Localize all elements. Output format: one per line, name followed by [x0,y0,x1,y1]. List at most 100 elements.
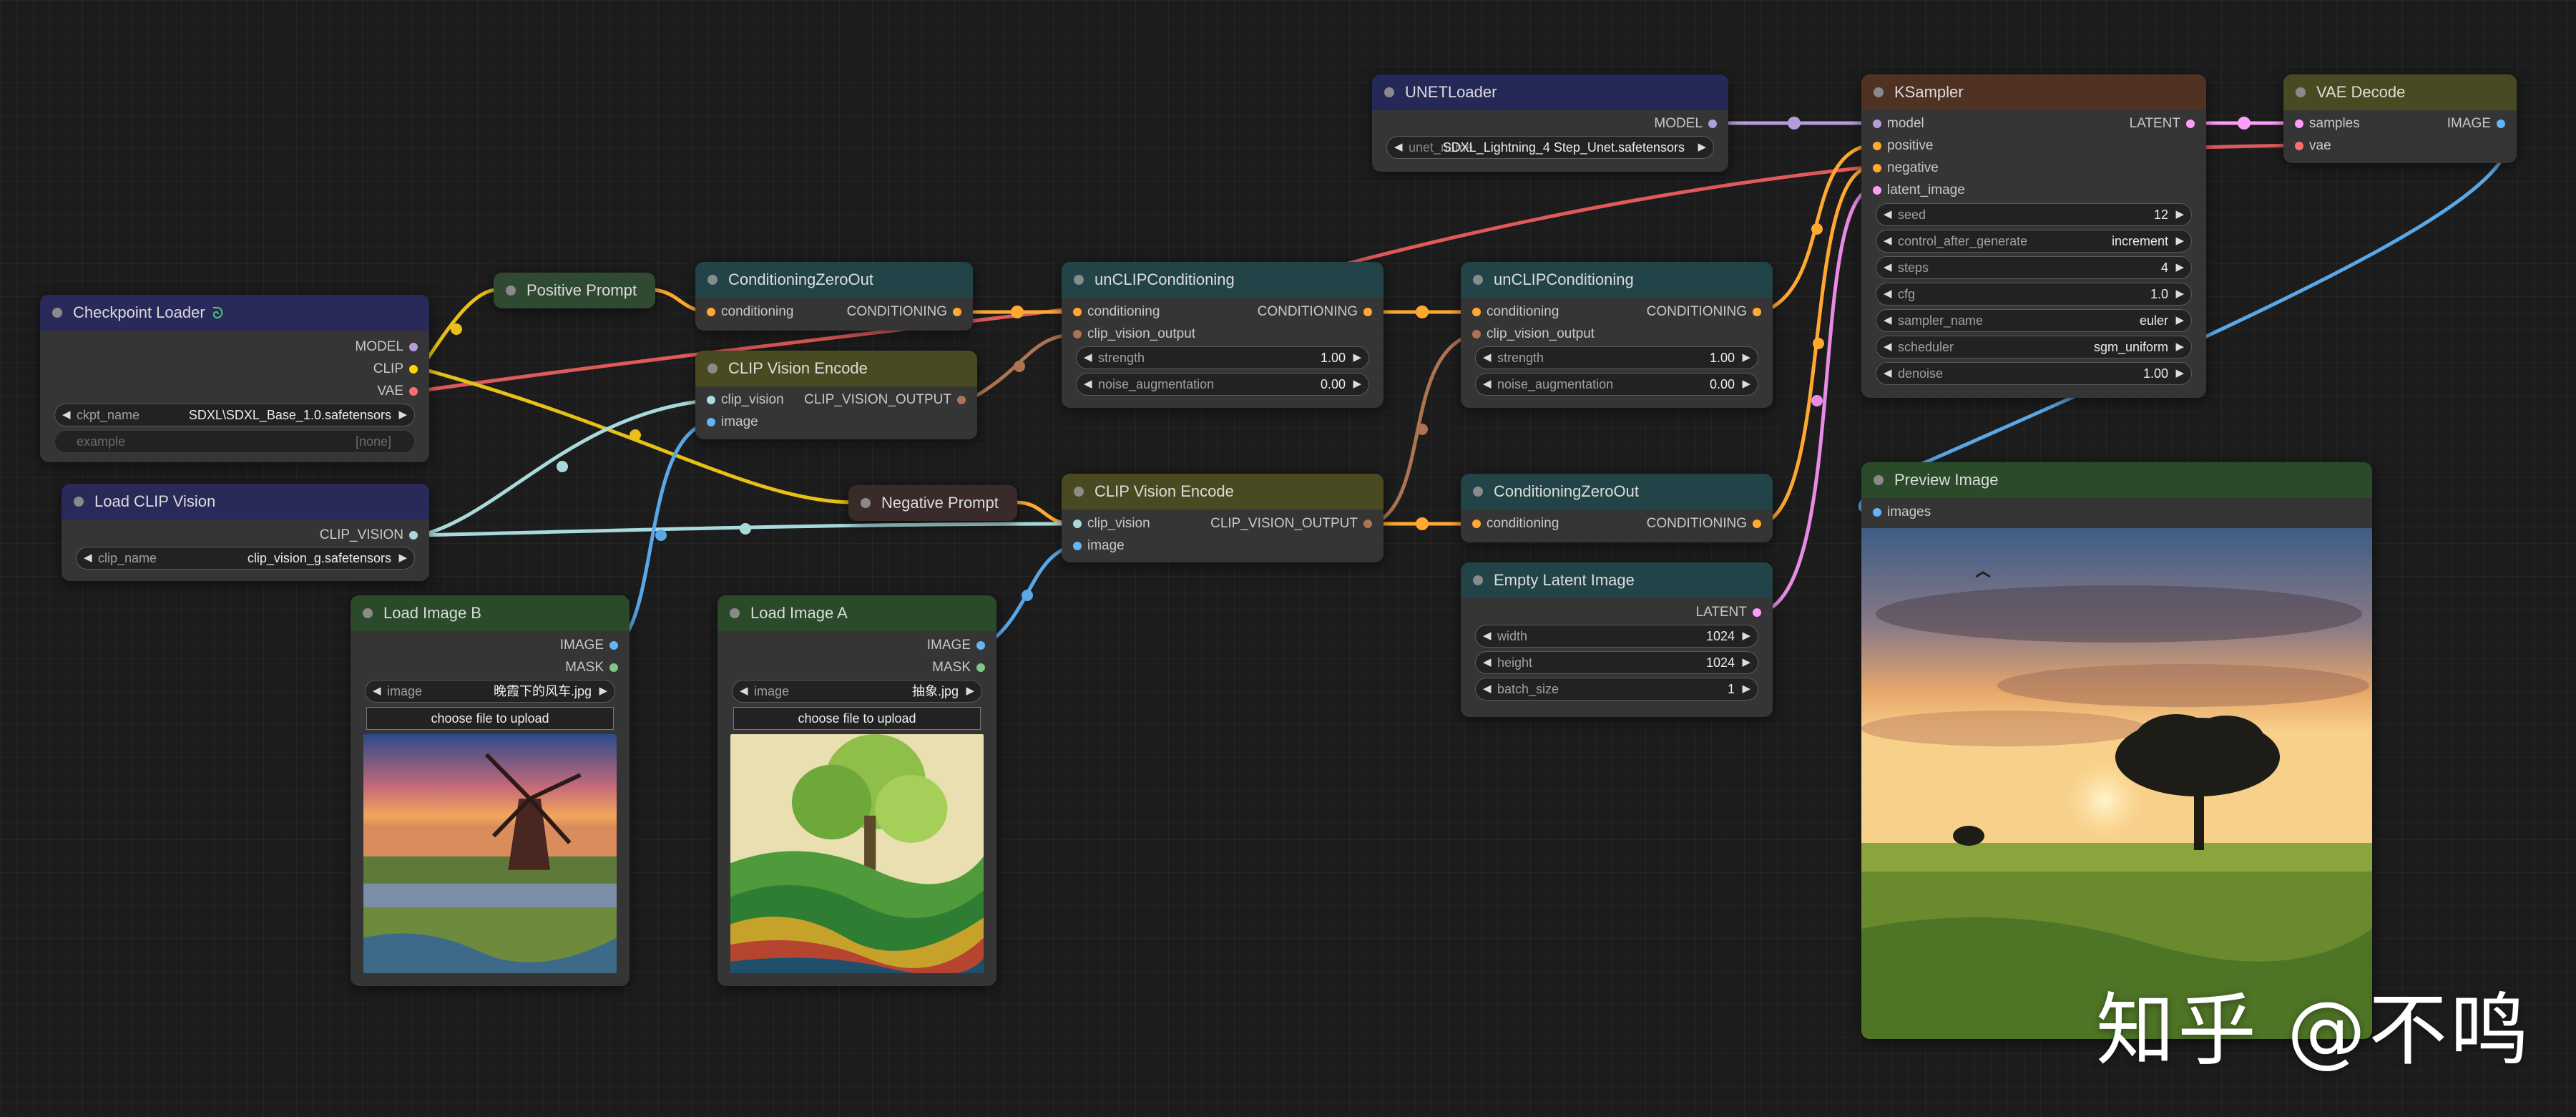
output-slot-icon[interactable] [1753,520,1761,528]
output-slot-icon[interactable] [409,343,418,351]
arrow-right-icon[interactable]: ▶ [1742,652,1750,673]
scheduler-widget[interactable]: ◀ scheduler sgm_uniform ▶ [1876,336,2192,358]
input-slot-icon[interactable] [1073,308,1082,316]
node-preview-image[interactable]: Preview Image images [1861,462,2372,1039]
output-conditioning[interactable]: CONDITIONING [1258,304,1372,320]
output-conditioning[interactable]: CONDITIONING [847,304,961,320]
noise-augmentation-widget[interactable]: ◀ noise_augmentation 0.00 ▶ [1475,373,1758,396]
input-clip-vision[interactable]: clip_vision [707,392,784,408]
sampler-name-widget[interactable]: ◀ sampler_name euler ▶ [1876,309,2192,332]
arrow-left-icon[interactable]: ◀ [373,681,381,702]
input-slot-icon[interactable] [1873,186,1881,195]
output-slot-icon[interactable] [1708,119,1717,128]
output-slot-icon[interactable] [409,531,418,540]
input-slot-icon[interactable] [1472,308,1481,316]
input-image[interactable]: image [1073,538,1125,554]
node-unclip-conditioning-2[interactable]: unCLIPConditioning conditioning clip_vis… [1461,262,1773,408]
example-widget[interactable]: example [none] [54,430,415,453]
output-model[interactable]: MODEL [1654,116,1717,132]
input-slot-icon[interactable] [1472,330,1481,338]
node-load-image-a[interactable]: Load Image A IMAGE MASK ◀ image 抽象.jpg ▶ ch… [718,595,996,986]
node-title[interactable]: unCLIPConditioning [1062,262,1384,298]
input-clip-vision-output[interactable]: clip_vision_output [1472,326,1595,342]
collapse-dot-icon[interactable] [730,608,740,618]
output-slot-icon[interactable] [609,663,618,672]
input-slot-icon[interactable] [2295,119,2303,128]
arrow-right-icon[interactable]: ▶ [2175,363,2184,384]
node-title[interactable]: Empty Latent Image [1461,562,1773,598]
denoise-widget[interactable]: ◀ denoise 1.00 ▶ [1876,362,2192,385]
arrow-right-icon[interactable]: ▶ [1353,374,1361,395]
input-slot-icon[interactable] [707,396,715,404]
unet-name-combo[interactable]: ◀ unet_name SDXL_Lightning_4 Step_Unet.s… [1386,136,1714,159]
arrow-right-icon[interactable]: ▶ [1742,347,1750,369]
collapse-dot-icon[interactable] [707,275,718,285]
output-mask[interactable]: MASK [932,660,985,675]
arrow-right-icon[interactable]: ▶ [2175,336,2184,358]
height-widget[interactable]: ◀ height 1024 ▶ [1475,651,1758,674]
input-slot-icon[interactable] [1073,330,1082,338]
collapse-dot-icon[interactable] [506,286,516,296]
input-clip-vision[interactable]: clip_vision [1073,516,1150,532]
input-conditioning[interactable]: conditioning [1073,304,1160,320]
input-slot-icon[interactable] [707,418,715,426]
arrow-left-icon[interactable]: ◀ [1884,283,1892,305]
steps-widget[interactable]: ◀ steps 4 ▶ [1876,256,2192,279]
arrow-right-icon[interactable]: ▶ [1742,625,1750,647]
output-slot-icon[interactable] [409,387,418,396]
collapse-dot-icon[interactable] [2296,87,2306,97]
input-latent-image[interactable]: latent_image [1873,182,1965,198]
node-unet-loader[interactable]: UNETLoader MODEL ◀ unet_name SDXL_Lightn… [1372,74,1728,172]
output-slot-icon[interactable] [1753,308,1761,316]
output-slot-icon[interactable] [1363,308,1372,316]
node-empty-latent-image[interactable]: Empty Latent Image LATENT ◀ width 1024 ▶ ◀ h… [1461,562,1773,717]
arrow-right-icon[interactable]: ▶ [2175,310,2184,331]
clip-name-combo[interactable]: ◀ clip_name clip_vision_g.safetensors ▶ [76,547,415,570]
input-conditioning[interactable]: conditioning [1472,516,1559,532]
output-slot-icon[interactable] [1753,608,1761,617]
arrow-left-icon[interactable]: ◀ [84,547,92,569]
input-slot-icon[interactable] [707,308,715,316]
output-slot-icon[interactable] [976,663,985,672]
batch-size-widget[interactable]: ◀ batch_size 1 ▶ [1475,678,1758,701]
arrow-left-icon[interactable]: ◀ [1884,230,1892,252]
input-samples[interactable]: samples [2295,116,2360,132]
arrow-left-icon[interactable]: ◀ [1483,652,1492,673]
node-title[interactable]: Positive Prompt [494,273,655,308]
node-title[interactable]: Checkpoint Loader ᘐ [40,295,429,331]
strength-widget[interactable]: ◀ strength 1.00 ▶ [1475,346,1758,369]
input-image[interactable]: image [707,414,758,430]
node-title[interactable]: CLIP Vision Encode [1062,474,1384,509]
ckpt-name-combo[interactable]: ◀ ckpt_name SDXL\SDXL_Base_1.0.safetensors… [54,404,415,426]
collapse-dot-icon[interactable] [1473,487,1483,497]
output-mask[interactable]: MASK [565,660,618,675]
node-title[interactable]: Load CLIP Vision [62,484,429,520]
arrow-left-icon[interactable]: ◀ [1884,336,1892,358]
arrow-right-icon[interactable]: ▶ [599,681,607,702]
arrow-right-icon[interactable]: ▶ [2175,230,2184,252]
node-clip-vision-encode-2[interactable]: CLIP Vision Encode clip_vision image CLI… [1062,474,1384,562]
input-positive[interactable]: positive [1873,138,1933,154]
arrow-right-icon[interactable]: ▶ [2175,257,2184,278]
node-title[interactable]: Preview Image [1861,462,2372,498]
collapse-dot-icon[interactable] [861,498,871,508]
output-conditioning[interactable]: CONDITIONING [1647,304,1761,320]
node-positive-prompt[interactable]: Positive Prompt [494,273,655,308]
arrow-right-icon[interactable]: ▶ [398,404,407,426]
input-slot-icon[interactable] [2295,142,2303,150]
node-load-clip-vision[interactable]: Load CLIP Vision CLIP_VISION ◀ clip_name c… [62,484,429,581]
image-combo[interactable]: ◀ image 晚霞下的风车.jpg ▶ [365,680,615,703]
output-conditioning[interactable]: CONDITIONING [1647,516,1761,532]
cfg-widget[interactable]: ◀ cfg 1.0 ▶ [1876,283,2192,306]
output-clip-vision[interactable]: CLIP_VISION [320,527,418,543]
node-conditioning-zero-out-2[interactable]: ConditioningZeroOut conditioning CONDITI… [1461,474,1773,542]
output-latent[interactable]: LATENT [1696,605,1761,620]
output-latent[interactable]: LATENT [2130,116,2195,132]
arrow-left-icon[interactable]: ◀ [1394,137,1403,158]
node-ksampler[interactable]: KSampler model positive negative latent_… [1861,74,2206,398]
node-clip-vision-encode-1[interactable]: CLIP Vision Encode clip_vision image CLI… [695,351,977,439]
output-slot-icon[interactable] [2497,119,2505,128]
node-title[interactable]: UNETLoader [1372,74,1728,110]
arrow-left-icon[interactable]: ◀ [1483,678,1492,700]
arrow-right-icon[interactable]: ▶ [2175,283,2184,305]
